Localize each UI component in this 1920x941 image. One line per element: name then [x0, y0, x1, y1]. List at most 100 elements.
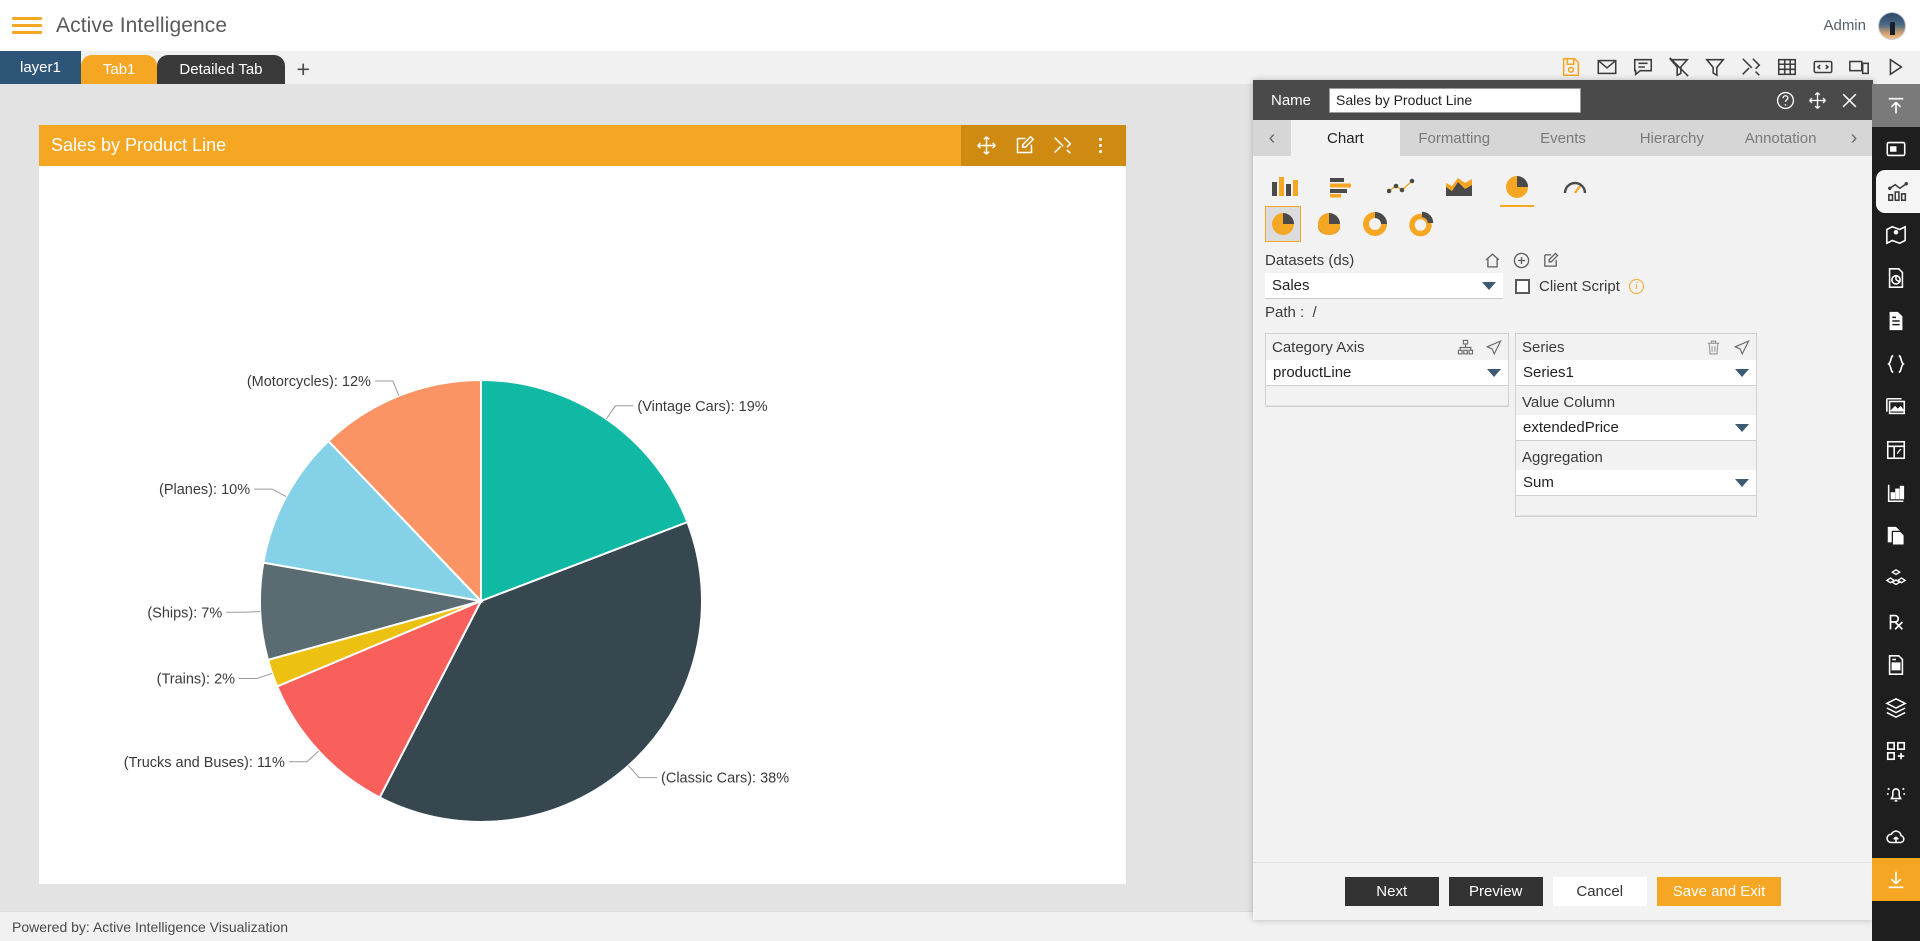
- widget-icon[interactable]: [1872, 127, 1920, 170]
- pie-slice-label: (Ships): 7%: [147, 605, 222, 621]
- send-icon[interactable]: [1733, 339, 1750, 356]
- add-tab-button[interactable]: +: [285, 58, 322, 84]
- area-chart-icon[interactable]: [1441, 172, 1477, 202]
- chart-widget[interactable]: Sales by Product Line (Vintage Cars): 19…: [38, 124, 1127, 884]
- table-icon[interactable]: [1776, 56, 1798, 78]
- alert-bell-icon[interactable]: [1872, 772, 1920, 815]
- send-icon[interactable]: [1485, 339, 1502, 356]
- responsive-icon[interactable]: [1848, 56, 1870, 78]
- edit-icon[interactable]: [1542, 252, 1559, 269]
- page-tab-detailed[interactable]: Detailed Tab: [157, 55, 285, 84]
- code-icon[interactable]: [1812, 56, 1834, 78]
- panel-tab-row: ‹ Chart Formatting Events Hierarchy Anno…: [1253, 120, 1873, 156]
- category-axis-body: productLine: [1265, 360, 1509, 407]
- pie-chart-icon[interactable]: [1499, 172, 1535, 207]
- download-icon[interactable]: [1872, 858, 1920, 901]
- cancel-button[interactable]: Cancel: [1552, 877, 1647, 906]
- category-axis-select[interactable]: productLine: [1266, 360, 1508, 386]
- save-and-exit-button[interactable]: Save and Exit: [1656, 877, 1782, 906]
- pie-chart-area[interactable]: (Vintage Cars): 19% (Classic Cars): 38% (T…: [39, 166, 1126, 884]
- pie-slice-label: (Trucks and Buses): 11%: [124, 755, 285, 771]
- donut-exploded-icon[interactable]: [1403, 206, 1439, 242]
- kpi-icon[interactable]: [1872, 471, 1920, 514]
- chevron-right-icon[interactable]: ›: [1835, 120, 1873, 156]
- tab-hierarchy[interactable]: Hierarchy: [1617, 120, 1726, 156]
- pie-slice-label: (Motorcycles): 12%: [247, 374, 371, 390]
- pie-slice-label: (Planes): 10%: [159, 482, 250, 498]
- next-button[interactable]: Next: [1344, 877, 1439, 906]
- tab-chart[interactable]: Chart: [1291, 120, 1400, 156]
- pie-slice-label: (Vintage Cars): 19%: [637, 399, 767, 415]
- settings-tools-icon[interactable]: [1052, 135, 1073, 156]
- category-axis-label: Category Axis: [1272, 338, 1365, 356]
- layout-icon[interactable]: [1872, 428, 1920, 471]
- panel-header-icon-group: [1776, 91, 1873, 110]
- page-tab-tab1[interactable]: Tab1: [80, 55, 158, 84]
- value-column-value: extendedPrice: [1523, 419, 1619, 436]
- value-column-label: Value Column: [1516, 386, 1756, 415]
- document-icon[interactable]: [1872, 299, 1920, 342]
- tab-events[interactable]: Events: [1509, 120, 1618, 156]
- more-vertical-icon[interactable]: [1090, 135, 1111, 156]
- comment-icon[interactable]: [1632, 56, 1654, 78]
- category-axis-empty-row: [1266, 386, 1508, 406]
- avatar[interactable]: [1878, 11, 1906, 40]
- hierarchy-icon[interactable]: [1457, 339, 1474, 356]
- tab-formatting[interactable]: Formatting: [1400, 120, 1509, 156]
- report-pie-icon[interactable]: [1872, 256, 1920, 299]
- filter-icon[interactable]: [1704, 56, 1726, 78]
- datasets-line: Sales Client Script i: [1265, 273, 1861, 299]
- value-column-select[interactable]: extendedPrice: [1516, 415, 1756, 441]
- doc-settings-icon[interactable]: [1872, 643, 1920, 686]
- tab-annotation[interactable]: Annotation: [1726, 120, 1835, 156]
- column-chart-icon[interactable]: [1267, 172, 1303, 202]
- series-body: Series1 Value Column extendedPrice Aggre…: [1515, 360, 1757, 517]
- dataset-select[interactable]: Sales: [1265, 273, 1503, 299]
- aggregation-select[interactable]: Sum: [1516, 470, 1756, 496]
- path-value: /: [1312, 304, 1317, 321]
- info-icon[interactable]: i: [1628, 278, 1644, 294]
- image-icon[interactable]: [1872, 385, 1920, 428]
- mail-icon[interactable]: [1596, 56, 1618, 78]
- chart-icon[interactable]: [1876, 170, 1920, 213]
- series-select[interactable]: Series1: [1516, 360, 1756, 386]
- layers-icon[interactable]: [1872, 686, 1920, 729]
- pie-plain-icon[interactable]: [1265, 206, 1301, 242]
- cloud-upload-icon[interactable]: [1872, 815, 1920, 858]
- cubes-icon[interactable]: [1872, 557, 1920, 600]
- tools-icon[interactable]: [1740, 56, 1762, 78]
- add-circle-icon[interactable]: [1513, 252, 1530, 269]
- client-script-checkbox[interactable]: [1515, 278, 1530, 294]
- help-icon[interactable]: [1776, 91, 1795, 110]
- move-icon[interactable]: [1808, 91, 1827, 110]
- gauge-chart-icon[interactable]: [1557, 172, 1593, 202]
- preview-button[interactable]: Preview: [1448, 877, 1543, 906]
- clear-filter-icon[interactable]: [1668, 56, 1690, 78]
- copy-page-icon[interactable]: [1872, 514, 1920, 557]
- move-icon[interactable]: [976, 135, 997, 156]
- add-grid-icon[interactable]: [1872, 729, 1920, 772]
- save-icon[interactable]: [1560, 56, 1582, 78]
- donut-icon[interactable]: [1357, 206, 1393, 242]
- rx-icon[interactable]: [1872, 600, 1920, 643]
- play-icon[interactable]: [1884, 56, 1906, 78]
- trash-icon[interactable]: [1705, 339, 1722, 356]
- scatter-chart-icon[interactable]: [1383, 172, 1419, 202]
- widget-header: Sales by Product Line: [39, 125, 1126, 166]
- pie-3d-icon[interactable]: [1311, 206, 1347, 242]
- braces-icon[interactable]: [1872, 342, 1920, 385]
- client-script-label: Client Script: [1539, 277, 1620, 295]
- chevron-left-icon[interactable]: ‹: [1253, 120, 1291, 156]
- layer-tab[interactable]: layer1: [0, 51, 81, 84]
- category-axis-header: Category Axis: [1265, 333, 1509, 360]
- home-icon[interactable]: [1484, 252, 1501, 269]
- map-icon[interactable]: [1872, 213, 1920, 256]
- close-icon[interactable]: [1840, 91, 1859, 110]
- pie-chart[interactable]: (Vintage Cars): 19% (Classic Cars): 38% (T…: [39, 166, 1126, 884]
- bar-chart-icon[interactable]: [1325, 172, 1361, 202]
- edit-icon[interactable]: [1014, 135, 1035, 156]
- datasets-label: Datasets (ds): [1265, 252, 1355, 269]
- hamburger-icon[interactable]: [12, 14, 42, 38]
- name-input[interactable]: [1329, 87, 1581, 113]
- collapse-up-icon[interactable]: [1872, 84, 1920, 127]
